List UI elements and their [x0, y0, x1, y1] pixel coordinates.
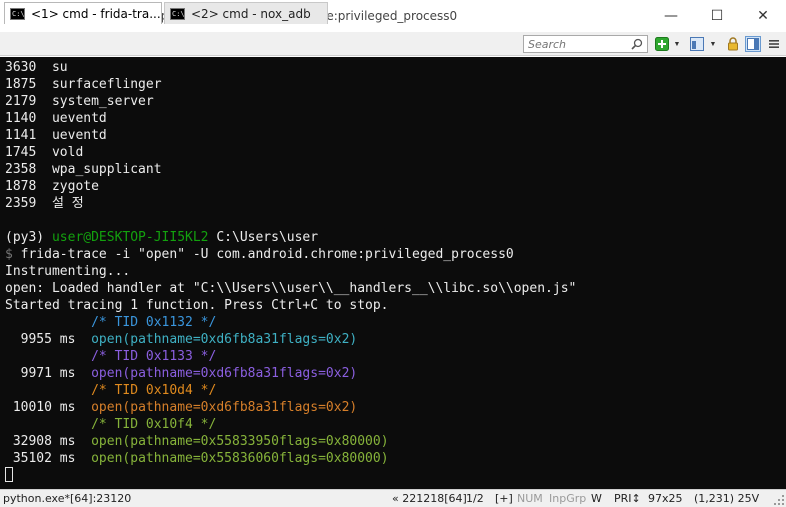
text-cursor: [5, 467, 13, 482]
tid-comment: /* TID 0x10f4 */: [91, 417, 217, 432]
prompt-symbol: $: [5, 247, 13, 262]
window-controls: — ☐ ✕: [648, 0, 786, 32]
search-icon[interactable]: [631, 38, 643, 50]
status-plus[interactable]: [+]: [495, 492, 513, 505]
layout-icon[interactable]: [745, 36, 761, 52]
add-console-icon[interactable]: [654, 36, 670, 52]
trace-line: 32908 ms open(pathname=0x55833950flags=0…: [12, 434, 389, 449]
tid-comment: /* TID 0x1133 */: [91, 349, 217, 364]
prompt-user-host: user@DESKTOP-JII5KL2: [51, 230, 209, 245]
status-bar: python.exe*[64]:23120 « 221218[64] 1/2 […: [0, 489, 786, 507]
resize-grip-icon[interactable]: [774, 495, 784, 505]
trace-line: 9971 ms open(pathname=0xd6fb8a31flags=0x…: [20, 366, 358, 381]
status-cursor[interactable]: (1,231) 25V: [694, 492, 759, 505]
status-process[interactable]: python.exe*[64]:23120: [3, 492, 131, 505]
search-input[interactable]: [528, 37, 628, 51]
started-line: Started tracing 1 function. Press Ctrl+C…: [5, 298, 389, 313]
status-inpgrp[interactable]: InpGrp: [549, 492, 586, 505]
process-line: 1745 vold: [5, 145, 84, 160]
process-line: 1140 ueventd: [5, 111, 107, 126]
tab-label: <2> cmd - nox_adb: [191, 6, 311, 21]
process-line: 1878 zygote: [5, 179, 99, 194]
maximize-button[interactable]: ☐: [694, 0, 740, 32]
trace-line: 10010 ms open(pathname=0xd6fb8a31flags=0…: [12, 400, 358, 415]
status-num[interactable]: NUM: [517, 492, 543, 505]
panes-icon[interactable]: [689, 36, 705, 52]
tab-cmd-frida-trace[interactable]: C:\ <1> cmd - frida-tra...: [4, 2, 162, 24]
tid-comment: /* TID 0x1132 */: [91, 315, 217, 330]
trace-line: 9955 ms open(pathname=0xd6fb8a31flags=0x…: [20, 332, 358, 347]
tid-comment: /* TID 0x10d4 */: [91, 383, 217, 398]
tab-cmd-nox-adb[interactable]: C:\ <2> cmd - nox_adb: [164, 2, 328, 24]
status-position[interactable]: « 221218[64]: [392, 492, 467, 505]
tab-label: <1> cmd - frida-tra...: [31, 6, 161, 21]
console-icon: C:\: [170, 7, 185, 20]
dropdown-arrow-icon[interactable]: ▼: [672, 36, 682, 52]
console-icon: C:\: [10, 7, 25, 20]
prompt-env: (py3): [5, 230, 45, 245]
instrumenting-line: Instrumenting...: [5, 264, 131, 279]
handler-line: open: Loaded handler at "C:\\Users\\user…: [5, 281, 577, 296]
lock-icon[interactable]: [725, 36, 741, 52]
process-line: 1141 ueventd: [5, 128, 107, 143]
status-page[interactable]: 1/2: [466, 492, 484, 505]
console-output[interactable]: 3630 su 1875 surfaceflinger 2179 system_…: [0, 57, 786, 489]
prompt-path: C:\Users\user: [216, 230, 319, 245]
trace-line: 35102 ms open(pathname=0x55836060flags=0…: [12, 451, 389, 466]
command-text: frida-trace -i "open" -U com.android.chr…: [20, 247, 514, 262]
status-size[interactable]: 97x25: [648, 492, 683, 505]
process-line: 1875 surfaceflinger: [5, 77, 162, 92]
status-w[interactable]: W: [591, 492, 602, 505]
process-line: 2359 설 정: [5, 196, 84, 211]
cursor-line: [5, 467, 786, 484]
dropdown-arrow-icon[interactable]: ▼: [708, 36, 718, 52]
process-line: 2179 system_server: [5, 94, 154, 109]
minimize-button[interactable]: —: [648, 0, 694, 32]
status-priority[interactable]: PRI↕: [614, 492, 641, 505]
menu-icon[interactable]: [766, 36, 782, 52]
search-box: [523, 35, 648, 53]
process-line: 3630 su: [5, 60, 68, 75]
close-button[interactable]: ✕: [740, 0, 786, 32]
process-line: 2358 wpa_supplicant: [5, 162, 162, 177]
command-line: $ frida-trace -i "open" -U com.android.c…: [5, 246, 786, 263]
prompt-line: (py3) user@DESKTOP-JII5KL2 C:\Users\user: [5, 229, 786, 246]
